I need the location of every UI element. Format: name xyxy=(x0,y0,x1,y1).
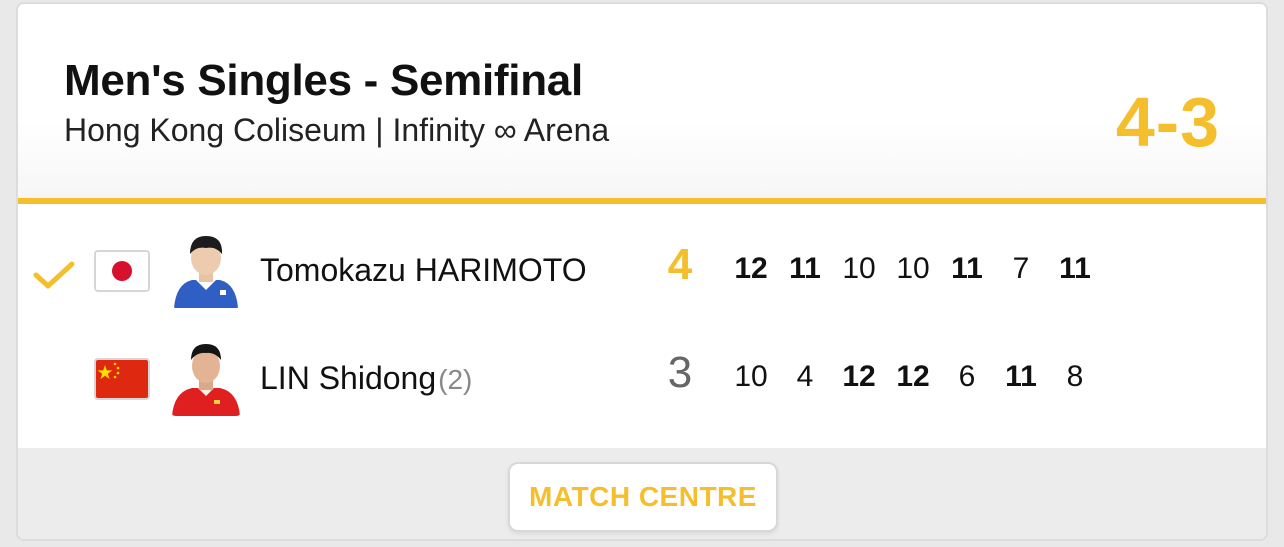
game-score: 12 xyxy=(734,252,768,285)
player-avatar xyxy=(170,336,242,416)
japan-flag-icon xyxy=(94,250,150,292)
match-title: Men's Singles - Semifinal xyxy=(64,56,583,105)
game-score: 10 xyxy=(734,360,768,393)
game-score: 6 xyxy=(958,360,976,393)
player-name-text: Tomokazu HARIMOTO xyxy=(260,252,587,288)
match-header: Men's Singles - Semifinal Hong Kong Coli… xyxy=(18,4,1266,200)
player-avatar xyxy=(170,228,242,308)
player-row-harimoto: Tomokazu HARIMOTO 4 12 11 10 10 11 7 11 xyxy=(18,220,1266,320)
sets-won: 4 xyxy=(667,240,693,289)
match-card: Men's Singles - Semifinal Hong Kong Coli… xyxy=(16,2,1268,541)
header-divider xyxy=(18,198,1266,204)
card-footer: MATCH CENTRE xyxy=(18,448,1266,539)
game-score: 11 xyxy=(1005,360,1037,393)
game-score: 7 xyxy=(1012,252,1030,285)
game-score: 11 xyxy=(1059,252,1091,285)
player-name[interactable]: LIN Shidong(2) xyxy=(260,360,472,397)
game-score: 11 xyxy=(789,252,821,285)
match-venue: Hong Kong Coliseum | Infinity ∞ Arena xyxy=(64,112,610,148)
sets-won: 3 xyxy=(667,348,693,397)
game-score: 10 xyxy=(842,252,876,285)
player-row-lin: LIN Shidong(2) 3 10 4 12 12 6 11 8 xyxy=(18,328,1266,428)
winner-check-icon xyxy=(33,261,75,289)
player-name-text: LIN Shidong xyxy=(260,360,437,396)
match-centre-button[interactable]: MATCH CENTRE xyxy=(508,462,778,532)
player-seed: (2) xyxy=(438,364,473,395)
game-score: 4 xyxy=(796,360,814,393)
china-flag-icon xyxy=(94,358,150,400)
match-score: 4-3 xyxy=(1115,83,1220,161)
game-score: 8 xyxy=(1066,360,1084,393)
game-score: 10 xyxy=(896,252,930,285)
player-name[interactable]: Tomokazu HARIMOTO xyxy=(260,252,589,289)
game-score: 11 xyxy=(951,252,983,285)
game-score: 12 xyxy=(896,360,930,393)
game-score: 12 xyxy=(842,360,876,393)
